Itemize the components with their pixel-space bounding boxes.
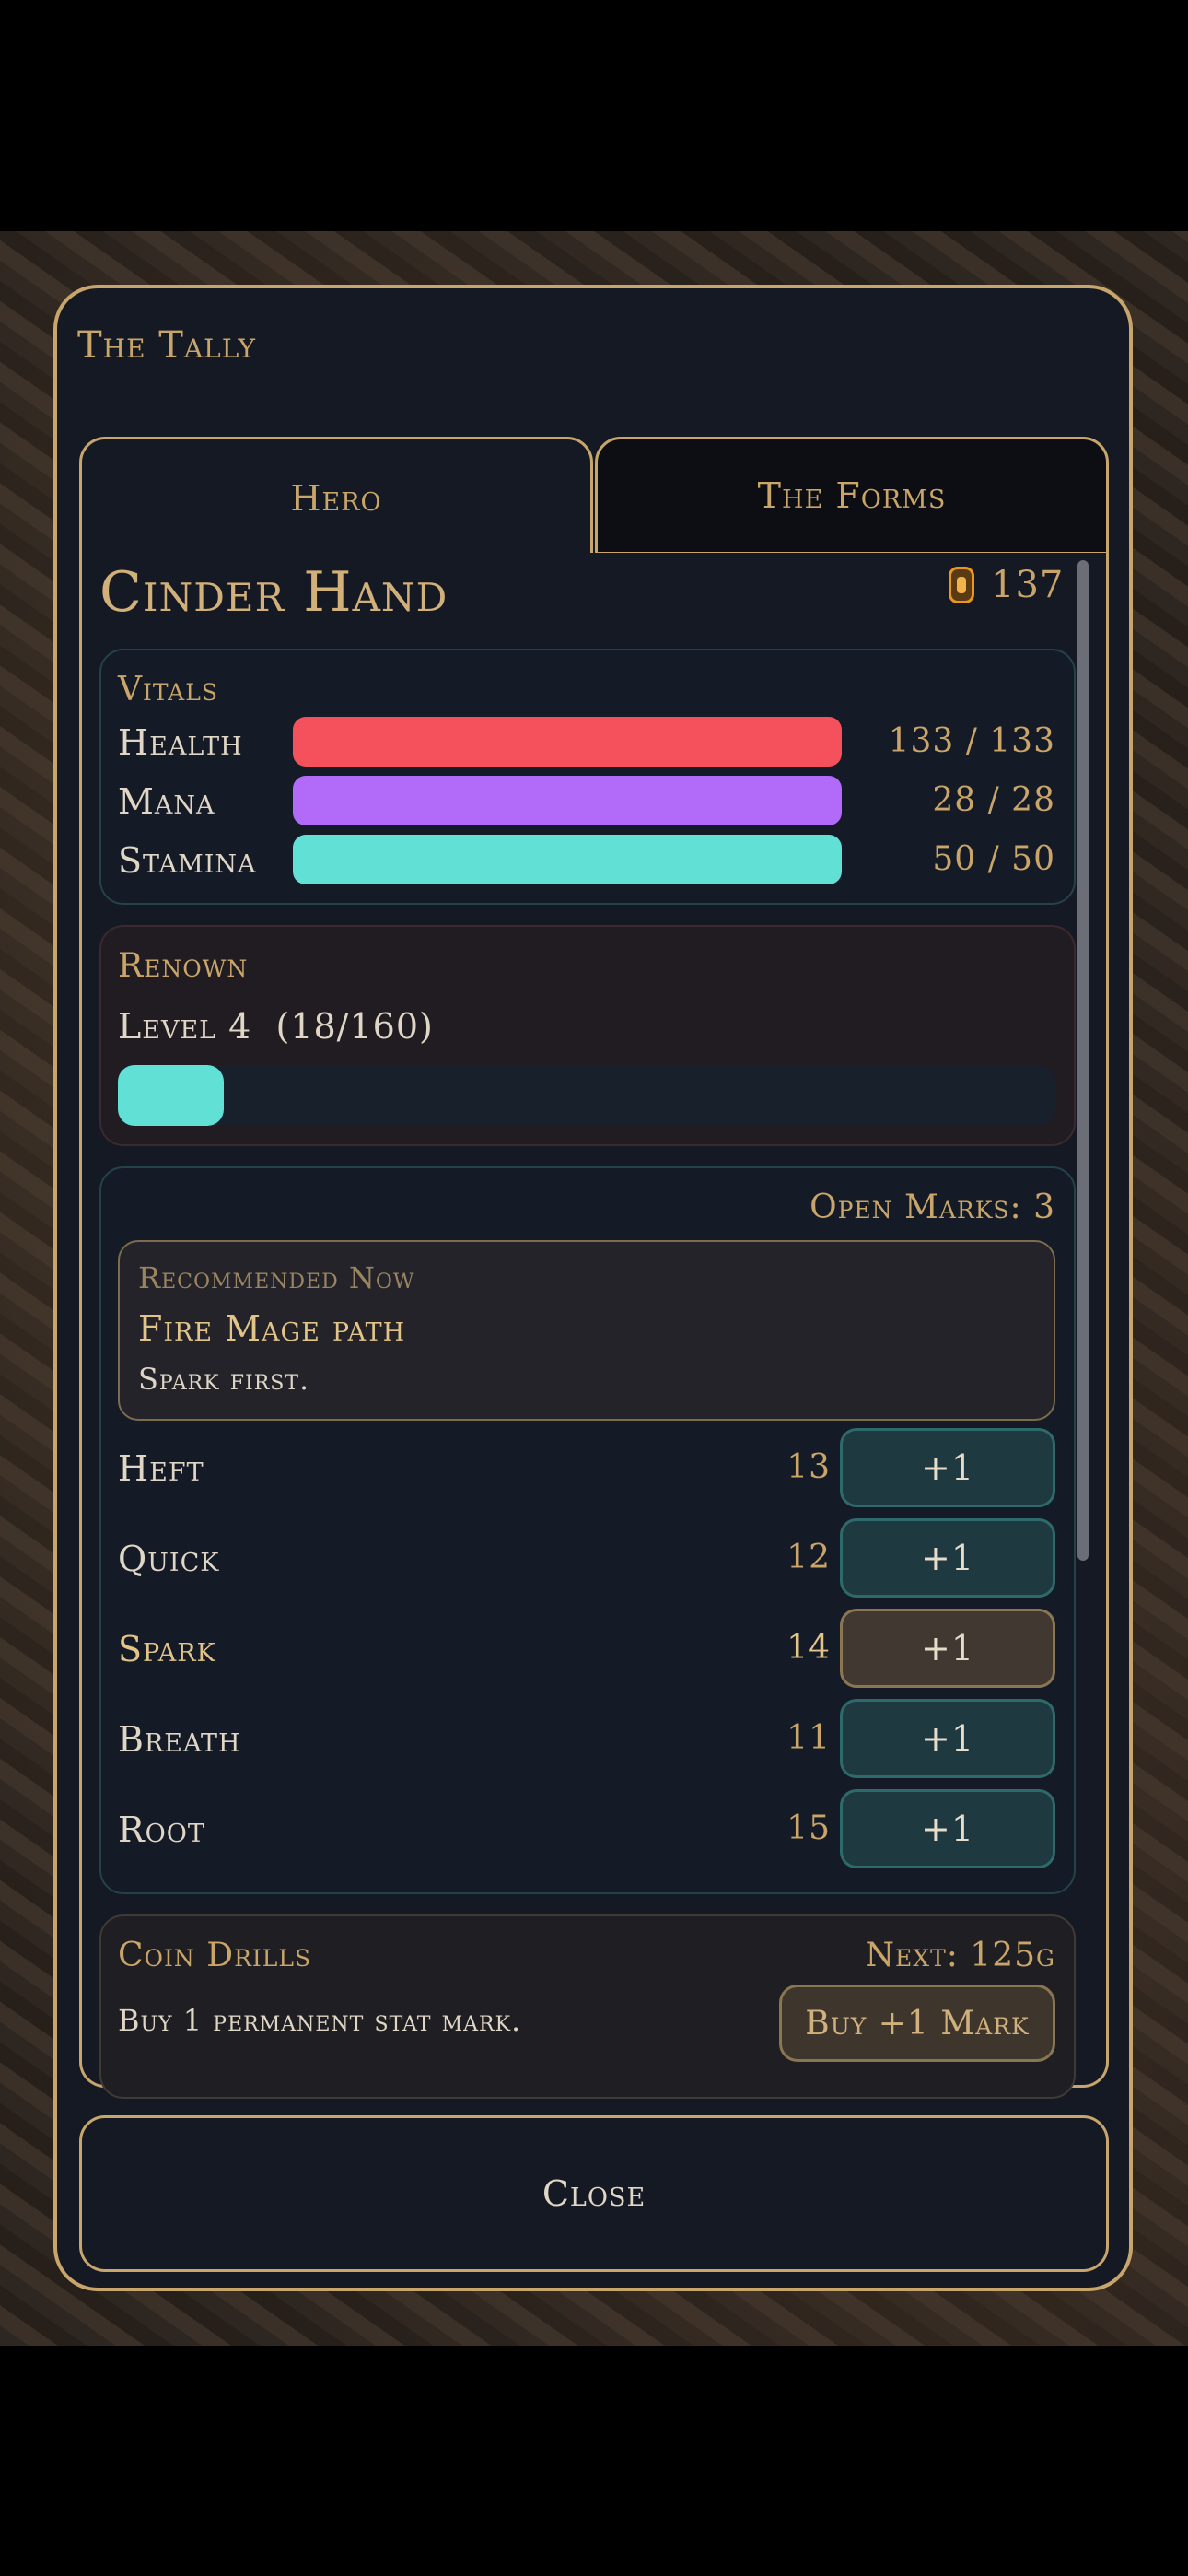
mana-value: 28 / 28: [932, 781, 1055, 819]
stamina-bar: [293, 835, 842, 884]
increase-heft-button[interactable]: +1: [840, 1428, 1055, 1507]
increase-root-button[interactable]: +1: [840, 1789, 1055, 1868]
gold-counter: 137: [949, 564, 1064, 606]
drills-description: Buy 1 permanent stat mark.: [118, 2003, 522, 2038]
tab-forms-label: The Forms: [757, 475, 947, 516]
buy-mark-button[interactable]: Buy +1 Mark: [779, 1985, 1055, 2062]
stat-value-quick: 12: [786, 1539, 831, 1576]
increase-quick-button[interactable]: +1: [840, 1518, 1055, 1598]
stat-label-heft: Heft: [118, 1448, 204, 1489]
stat-value-spark: 14: [786, 1629, 831, 1667]
recommendation-path: Fire Mage path: [138, 1308, 406, 1349]
stamina-label: Stamina: [118, 840, 257, 881]
stat-label-breath: Breath: [118, 1719, 241, 1760]
lantern-coin-icon: [949, 567, 974, 603]
close-button[interactable]: Close: [79, 2115, 1109, 2272]
stat-label-root: Root: [118, 1809, 205, 1850]
gold-amount: 137: [991, 564, 1065, 606]
stat-label-spark: Spark: [118, 1629, 216, 1669]
health-bar: [293, 717, 842, 767]
mana-label: Mana: [118, 781, 215, 822]
recommendation-tip: Spark first.: [138, 1362, 310, 1397]
health-label: Health: [118, 722, 243, 763]
tab-the-forms[interactable]: The Forms: [595, 437, 1109, 555]
tab-hero[interactable]: Hero: [79, 437, 593, 556]
drills-next-cost: Next: 125g: [865, 1937, 1055, 1974]
renown-heading: Renown: [118, 947, 249, 985]
hero-name: Cinder Hand: [99, 560, 448, 625]
increase-spark-button[interactable]: +1: [840, 1609, 1055, 1688]
stat-value-root: 15: [786, 1809, 831, 1847]
open-marks: Open Marks: 3: [809, 1188, 1055, 1226]
recommendation-heading: Recommended Now: [138, 1260, 415, 1295]
renown-level: Level 4 (18/160): [118, 1006, 434, 1047]
renown-progress-fill: [118, 1065, 224, 1126]
increase-breath-button[interactable]: +1: [840, 1699, 1055, 1778]
dialog-title: The Tally: [77, 324, 257, 367]
stat-value-breath: 11: [786, 1719, 831, 1757]
stamina-value: 50 / 50: [932, 840, 1055, 878]
drills-heading: Coin Drills: [118, 1937, 312, 1974]
stat-value-heft: 13: [786, 1448, 831, 1486]
health-value: 133 / 133: [888, 722, 1055, 760]
panel-scrollbar[interactable]: [1077, 560, 1089, 1561]
mana-bar: [293, 776, 842, 825]
stat-label-quick: Quick: [118, 1539, 220, 1579]
renown-progress-track: [118, 1065, 1055, 1126]
vitals-heading: Vitals: [118, 671, 218, 708]
tab-hero-label: Hero: [290, 477, 382, 519]
